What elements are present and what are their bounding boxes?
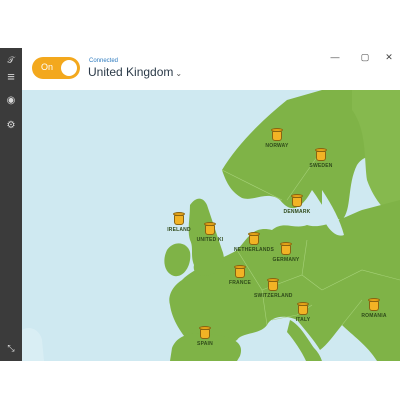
server-pin-italy[interactable]: ITALY [288,302,318,323]
barrel-icon [280,242,292,256]
sidebar: 𝒯 ≡ ◉ ⚙ ⤡ [0,48,22,361]
server-pin-sweden[interactable]: SWEDEN [306,148,336,169]
country-name: United Kingdom [88,65,174,79]
toggle-knob [61,60,77,76]
pin-label: ROMANIA [361,313,387,319]
app-window: 𝒯 ≡ ◉ ⚙ ⤡ On Connected United Kingdom ⌄ —… [0,48,400,361]
pin-label: UNITED KI [196,237,224,243]
server-pin-netherlands[interactable]: NETHERLANDS [234,232,274,253]
pin-label: IRELAND [167,227,191,233]
barrel-icon [271,128,283,142]
barrel-icon [297,302,309,316]
toggle-label: On [41,62,54,72]
pin-label: NORWAY [265,143,289,149]
country-selector[interactable]: United Kingdom ⌄ [88,65,182,79]
barrel-icon [368,298,380,312]
barrel-icon [234,265,246,279]
pin-label: GERMANY [272,257,300,263]
settings-icon[interactable]: ⚙ [0,115,22,135]
close-button[interactable]: ✕ [382,51,396,63]
header: On Connected United Kingdom ⌄ — ▢ ✕ [22,48,400,90]
barrel-icon [291,194,303,208]
barrel-icon [248,232,260,246]
barrel-icon [267,278,279,292]
map[interactable]: NORWAY SWEDEN DENMARK IRELAND UNITED KI … [22,90,400,361]
pin-label: SWEDEN [309,163,333,169]
menu-icon[interactable]: ≡ [0,66,22,86]
pin-label: NETHERLANDS [234,247,274,253]
server-pin-norway[interactable]: NORWAY [262,128,292,149]
chevron-down-icon: ⌄ [175,69,183,78]
barrel-icon [199,326,211,340]
barrel-icon [204,222,216,236]
server-pin-romania[interactable]: ROMANIA [358,298,390,319]
barrel-icon [173,212,185,226]
pin-label: DENMARK [283,209,311,215]
connection-status: Connected [89,58,119,64]
vpn-toggle[interactable]: On [32,57,80,79]
collapse-icon[interactable]: ⤡ [0,338,22,358]
server-pin-spain[interactable]: SPAIN [190,326,220,347]
barrel-icon [315,148,327,162]
maximize-button[interactable]: ▢ [358,51,372,63]
pin-label: SPAIN [197,341,213,347]
minimize-button[interactable]: — [328,51,342,63]
pin-label: SWITZERLAND [254,293,293,299]
server-pin-germany[interactable]: GERMANY [270,242,302,263]
pin-label: FRANCE [228,280,252,286]
pin-label: ITALY [295,317,311,323]
server-pin-denmark[interactable]: DENMARK [282,194,312,215]
server-pin-united-kingdom[interactable]: UNITED KI [194,222,226,243]
server-pin-switzerland[interactable]: SWITZERLAND [254,278,292,299]
server-pin-ireland[interactable]: IRELAND [164,212,194,233]
server-pin-france[interactable]: FRANCE [225,265,255,286]
map-icon[interactable]: ◉ [0,90,22,110]
